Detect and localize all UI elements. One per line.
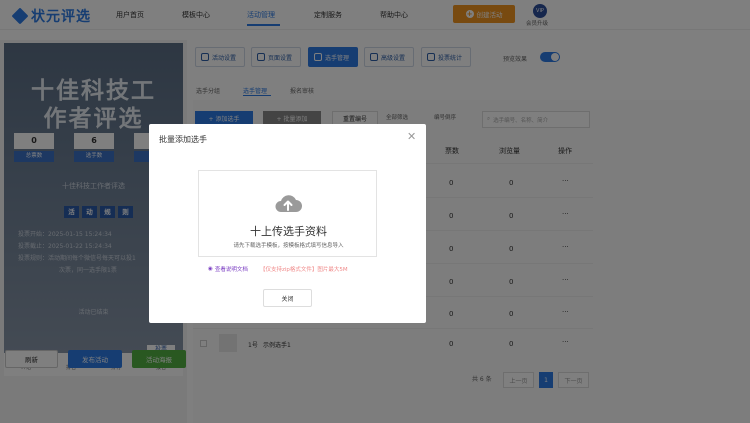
cloud-upload-icon (275, 195, 302, 212)
eye-icon: ◉ (208, 266, 213, 272)
close-icon[interactable]: ✕ (407, 130, 416, 143)
modal-title: 批量添加选手 (159, 135, 207, 144)
upload-dropzone[interactable]: 十上传选手资料 请先下载选手模板，按模板格式填写信息导入 (198, 170, 377, 257)
upload-title: 十上传选手资料 (250, 225, 327, 238)
modal-close-button[interactable]: 关闭 (263, 289, 312, 307)
batch-add-modal: 批量添加选手 ✕ 十上传选手资料 请先下载选手模板，按模板格式填写信息导入 ◉ … (149, 124, 426, 323)
upload-hint: 请先下载选手模板，按模板格式填写信息导入 (233, 243, 344, 249)
file-format-note: 【仅支持zip格式文件】图片最大5M (260, 267, 348, 273)
view-docs-link[interactable]: ◉ 查看说明文档 (208, 265, 248, 273)
view-docs-label: 查看说明文档 (214, 267, 248, 273)
